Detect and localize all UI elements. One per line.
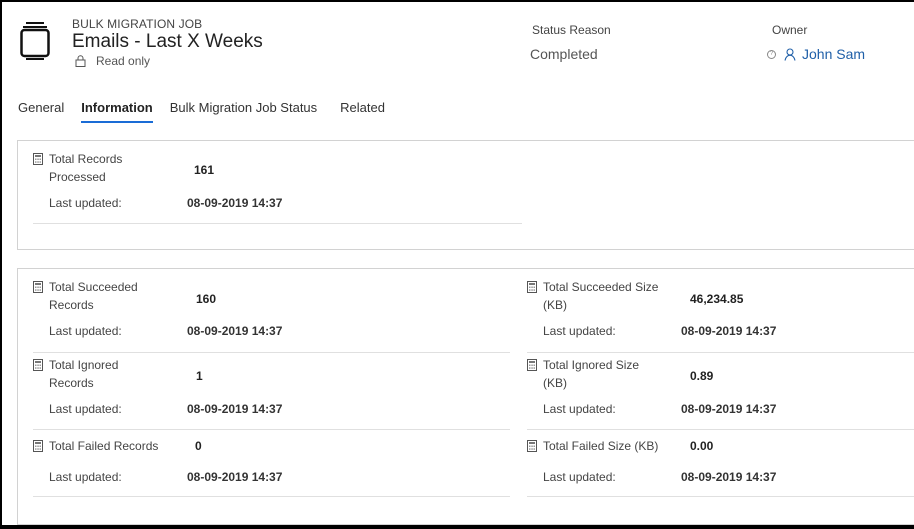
section-records-processed: Total Records Processed 161 Last updated…	[17, 140, 914, 250]
section-migration-totals: Total Succeeded Records 160 Last updated…	[17, 268, 914, 525]
field-label: Total Succeeded Records	[49, 280, 138, 312]
tab-bar: General Information Bulk Migration Job S…	[18, 100, 402, 123]
field-value: 0.00	[690, 439, 714, 453]
last-updated-label: Last updated:	[543, 470, 616, 484]
last-updated-label: Last updated:	[543, 324, 616, 338]
last-updated-value: 08-09-2019 14:37	[187, 324, 283, 338]
record-form: BULK MIGRATION JOB Emails - Last X Weeks…	[2, 2, 914, 525]
calculator-icon	[33, 153, 43, 165]
tab-general[interactable]: General	[18, 100, 64, 121]
entity-type-label: BULK MIGRATION JOB	[72, 17, 203, 31]
last-updated-label: Last updated:	[49, 324, 122, 338]
field-value: 161	[194, 163, 215, 177]
field-label: Total Ignored Size (KB)	[543, 358, 640, 390]
last-updated-value: 08-09-2019 14:37	[681, 402, 777, 416]
last-updated-value: 08-09-2019 14:37	[187, 402, 283, 416]
divider	[33, 496, 510, 497]
last-updated-value: 08-09-2019 14:37	[681, 470, 777, 484]
calculator-icon	[33, 440, 43, 452]
last-updated-label: Last updated:	[49, 402, 122, 416]
last-updated-label: Last updated:	[49, 196, 122, 210]
field-value: 0.89	[690, 369, 714, 383]
field-label: Total Ignored Records	[49, 358, 119, 390]
last-updated-value: 08-09-2019 14:37	[187, 470, 283, 484]
field-label: Total Records Processed	[49, 152, 123, 184]
last-updated-label: Last updated:	[49, 470, 122, 484]
calculator-icon	[527, 440, 537, 452]
field-label: Total Failed Records	[49, 439, 159, 453]
owner-link[interactable]: John Sam	[802, 46, 865, 62]
presence-icon: ?	[767, 49, 776, 59]
calculator-icon	[33, 359, 43, 371]
record-title: Emails - Last X Weeks	[72, 31, 263, 52]
divider	[527, 496, 914, 497]
tab-bulk-migration-job-status[interactable]: Bulk Migration Job Status	[170, 100, 317, 121]
readonly-label: Read only	[96, 54, 151, 68]
divider	[33, 352, 510, 353]
owner-field: ? John Sam	[767, 46, 865, 62]
tab-information[interactable]: Information	[81, 100, 153, 123]
tab-related[interactable]: Related	[340, 100, 385, 121]
owner-label: Owner	[772, 23, 808, 37]
field-label: Total Succeeded Size (KB)	[543, 280, 659, 312]
field-value: 1	[196, 369, 203, 383]
field-value: 0	[195, 439, 202, 453]
calculator-icon	[527, 281, 537, 293]
field-value: 46,234.85	[690, 292, 744, 306]
last-updated-value: 08-09-2019 14:37	[681, 324, 777, 338]
last-updated-label: Last updated:	[543, 402, 616, 416]
status-reason-value: Completed	[530, 46, 598, 62]
field-label: Total Failed Size (KB)	[543, 439, 659, 453]
divider	[33, 429, 510, 430]
calculator-icon	[33, 281, 43, 293]
readonly-indicator: Read only	[75, 54, 150, 68]
lock-icon	[75, 55, 86, 67]
user-icon	[784, 47, 796, 61]
divider	[527, 352, 914, 353]
calculator-icon	[527, 359, 537, 371]
field-value: 160	[196, 292, 217, 306]
divider	[33, 223, 522, 224]
entity-icon	[20, 22, 50, 60]
last-updated-value: 08-09-2019 14:37	[187, 196, 283, 210]
divider	[527, 429, 914, 430]
status-reason-label: Status Reason	[532, 23, 611, 37]
